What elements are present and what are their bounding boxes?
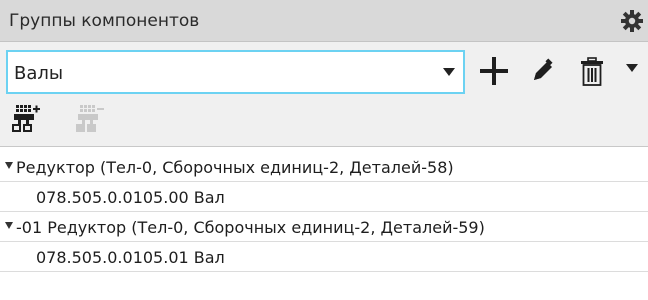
remove-group-icon[interactable]	[76, 104, 106, 136]
chevron-down-icon[interactable]	[443, 68, 455, 76]
plus-icon[interactable]	[478, 55, 510, 87]
tree-item-label: 078.505.0.0105.00 Вал	[36, 188, 225, 207]
tree-group-row[interactable]: Редуктор (Тел-0, Сборочных единиц-2, Дет…	[0, 152, 648, 182]
expand-arrow-icon[interactable]	[5, 162, 13, 169]
tree-child-row[interactable]: 078.505.0.0105.00 Вал	[0, 182, 648, 212]
component-groups-tree: Редуктор (Тел-0, Сборочных единиц-2, Дет…	[0, 146, 648, 300]
add-group-icon[interactable]	[12, 104, 42, 136]
expand-arrow-icon[interactable]	[5, 222, 13, 229]
trash-icon[interactable]	[580, 57, 604, 87]
panel-title: Группы компонентов	[9, 11, 200, 31]
more-options-button[interactable]	[626, 64, 638, 72]
chevron-down-icon	[626, 64, 638, 72]
tree-item-label: 078.505.0.0105.01 Вал	[36, 248, 225, 267]
panel-titlebar: Группы компонентов	[0, 0, 648, 42]
tree-item-label: -01 Редуктор (Тел-0, Сборочных единиц-2,…	[16, 218, 485, 237]
tree-item-label: Редуктор (Тел-0, Сборочных единиц-2, Дет…	[16, 158, 454, 177]
gear-icon[interactable]	[620, 9, 644, 33]
tree-child-row[interactable]: 078.505.0.0105.01 Вал	[0, 242, 648, 272]
group-select-combo[interactable]: Валы	[6, 50, 465, 94]
group-select-value: Валы	[14, 63, 64, 84]
tree-group-row[interactable]: -01 Редуктор (Тел-0, Сборочных единиц-2,…	[0, 212, 648, 242]
component-groups-panel: Группы компонентов Валы Редуктор (Тел-0,…	[0, 0, 648, 300]
pencil-icon[interactable]	[530, 58, 556, 84]
